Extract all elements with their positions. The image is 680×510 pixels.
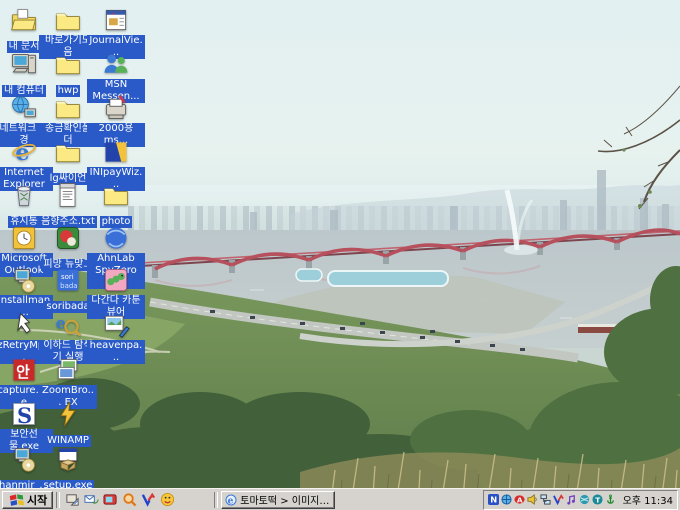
- quicklaunch-search-icon[interactable]: [122, 492, 137, 507]
- my-documents-icon: [9, 6, 39, 34]
- desktop: 내 문서바로가기모음JournalVie...내 컴퓨터hwpMSN Messe…: [0, 0, 680, 510]
- svg-text:e: e: [228, 496, 234, 506]
- hanmir-icon: [9, 445, 39, 473]
- tray-internet-globe-icon[interactable]: [579, 494, 590, 505]
- pmang-matgo-icon: [53, 224, 83, 252]
- quicklaunch-tv-icon[interactable]: [103, 492, 118, 507]
- taskbar-separator: [56, 492, 60, 508]
- windows-logo-icon: [8, 493, 24, 506]
- tray-volume-icon[interactable]: [527, 494, 538, 505]
- quicklaunch-show-desktop-icon[interactable]: [65, 492, 80, 507]
- zretry-mp-icon: [9, 311, 39, 339]
- quicklaunch-emoticon-icon[interactable]: [160, 492, 175, 507]
- task-button-label: 토마토떡 > 이미지방 1...: [240, 492, 331, 507]
- desktop-icon-winamp[interactable]: WINAMP: [39, 400, 97, 447]
- soribada-icon: soribada: [53, 266, 83, 294]
- clock[interactable]: 오후 11:34: [623, 492, 673, 507]
- heavenpa-icon: [101, 311, 131, 339]
- svg-text:bada: bada: [60, 282, 77, 290]
- tray-teal-t-icon[interactable]: T: [592, 494, 603, 505]
- setup-exe-icon: [53, 445, 83, 473]
- ahnlab-spyzero-icon: [101, 224, 131, 252]
- svg-text:T: T: [595, 495, 600, 504]
- taskbar-separator: [214, 492, 218, 508]
- tray-anchor-icon[interactable]: [605, 494, 616, 505]
- svg-text:S: S: [17, 403, 32, 428]
- lg-cyon-folder-icon: [53, 138, 83, 166]
- hwp-folder-icon: [53, 50, 83, 78]
- svg-text:안: 안: [16, 363, 30, 381]
- tray-v3-monitor-icon[interactable]: [553, 494, 564, 505]
- journal-viewer-icon: [101, 6, 131, 34]
- tray-network-globe-icon[interactable]: [501, 494, 512, 505]
- tray-ahnlab-a-icon[interactable]: A: [514, 494, 525, 505]
- desktop-icon-photo-folder[interactable]: photo: [87, 181, 145, 228]
- fax-2000-icon: [101, 94, 131, 122]
- internet-explorer-icon: e: [9, 138, 39, 166]
- tray-lan-icon[interactable]: [540, 494, 551, 505]
- address-txt-icon: [53, 181, 83, 209]
- quicklaunch-outlook-express-icon[interactable]: [84, 492, 99, 507]
- shortcut-collection-icon: [53, 6, 83, 34]
- start-button[interactable]: 시작: [2, 491, 53, 509]
- recycle-bin-icon: [9, 181, 39, 209]
- winamp-icon: [53, 400, 83, 428]
- installman-icon: [9, 266, 39, 294]
- remittance-folder-icon: [53, 94, 83, 122]
- svg-text:N: N: [490, 495, 497, 505]
- network-neighborhood-icon: [9, 94, 39, 122]
- taskbar: 시작 e 토마토떡 > 이미지방 1... N A T 오후 11:34: [0, 488, 680, 510]
- tray-messenger-n-icon[interactable]: N: [488, 494, 499, 505]
- capture-exe-icon: 안: [9, 356, 39, 384]
- quicklaunch-v3-icon[interactable]: [141, 492, 156, 507]
- photo-folder-icon: [101, 181, 131, 209]
- cartoon-viewer-icon: [101, 266, 131, 294]
- tray-music-note-icon[interactable]: [566, 494, 577, 505]
- start-label: 시작: [27, 492, 47, 508]
- system-tray: N A T 오후 11:34: [483, 490, 678, 510]
- ehard-explorer-icon: e: [53, 311, 83, 339]
- inipay-wizard-icon: [101, 138, 131, 166]
- ie-page-icon: e: [225, 494, 237, 506]
- microsoft-outlook-icon: [9, 224, 39, 252]
- task-button-tomato-room[interactable]: e 토마토떡 > 이미지방 1...: [221, 491, 335, 509]
- my-computer-icon: [9, 50, 39, 78]
- msn-messenger-icon: [101, 50, 131, 78]
- svg-text:A: A: [517, 495, 523, 504]
- zoombrowser-ex-icon: [53, 356, 83, 384]
- security-gift-exe-icon: S: [9, 400, 39, 428]
- svg-text:e: e: [56, 314, 66, 333]
- svg-text:sori: sori: [61, 273, 74, 281]
- quick-launch-bar: [63, 492, 211, 507]
- desktop-icon-setup-exe[interactable]: setup.exe: [39, 445, 97, 492]
